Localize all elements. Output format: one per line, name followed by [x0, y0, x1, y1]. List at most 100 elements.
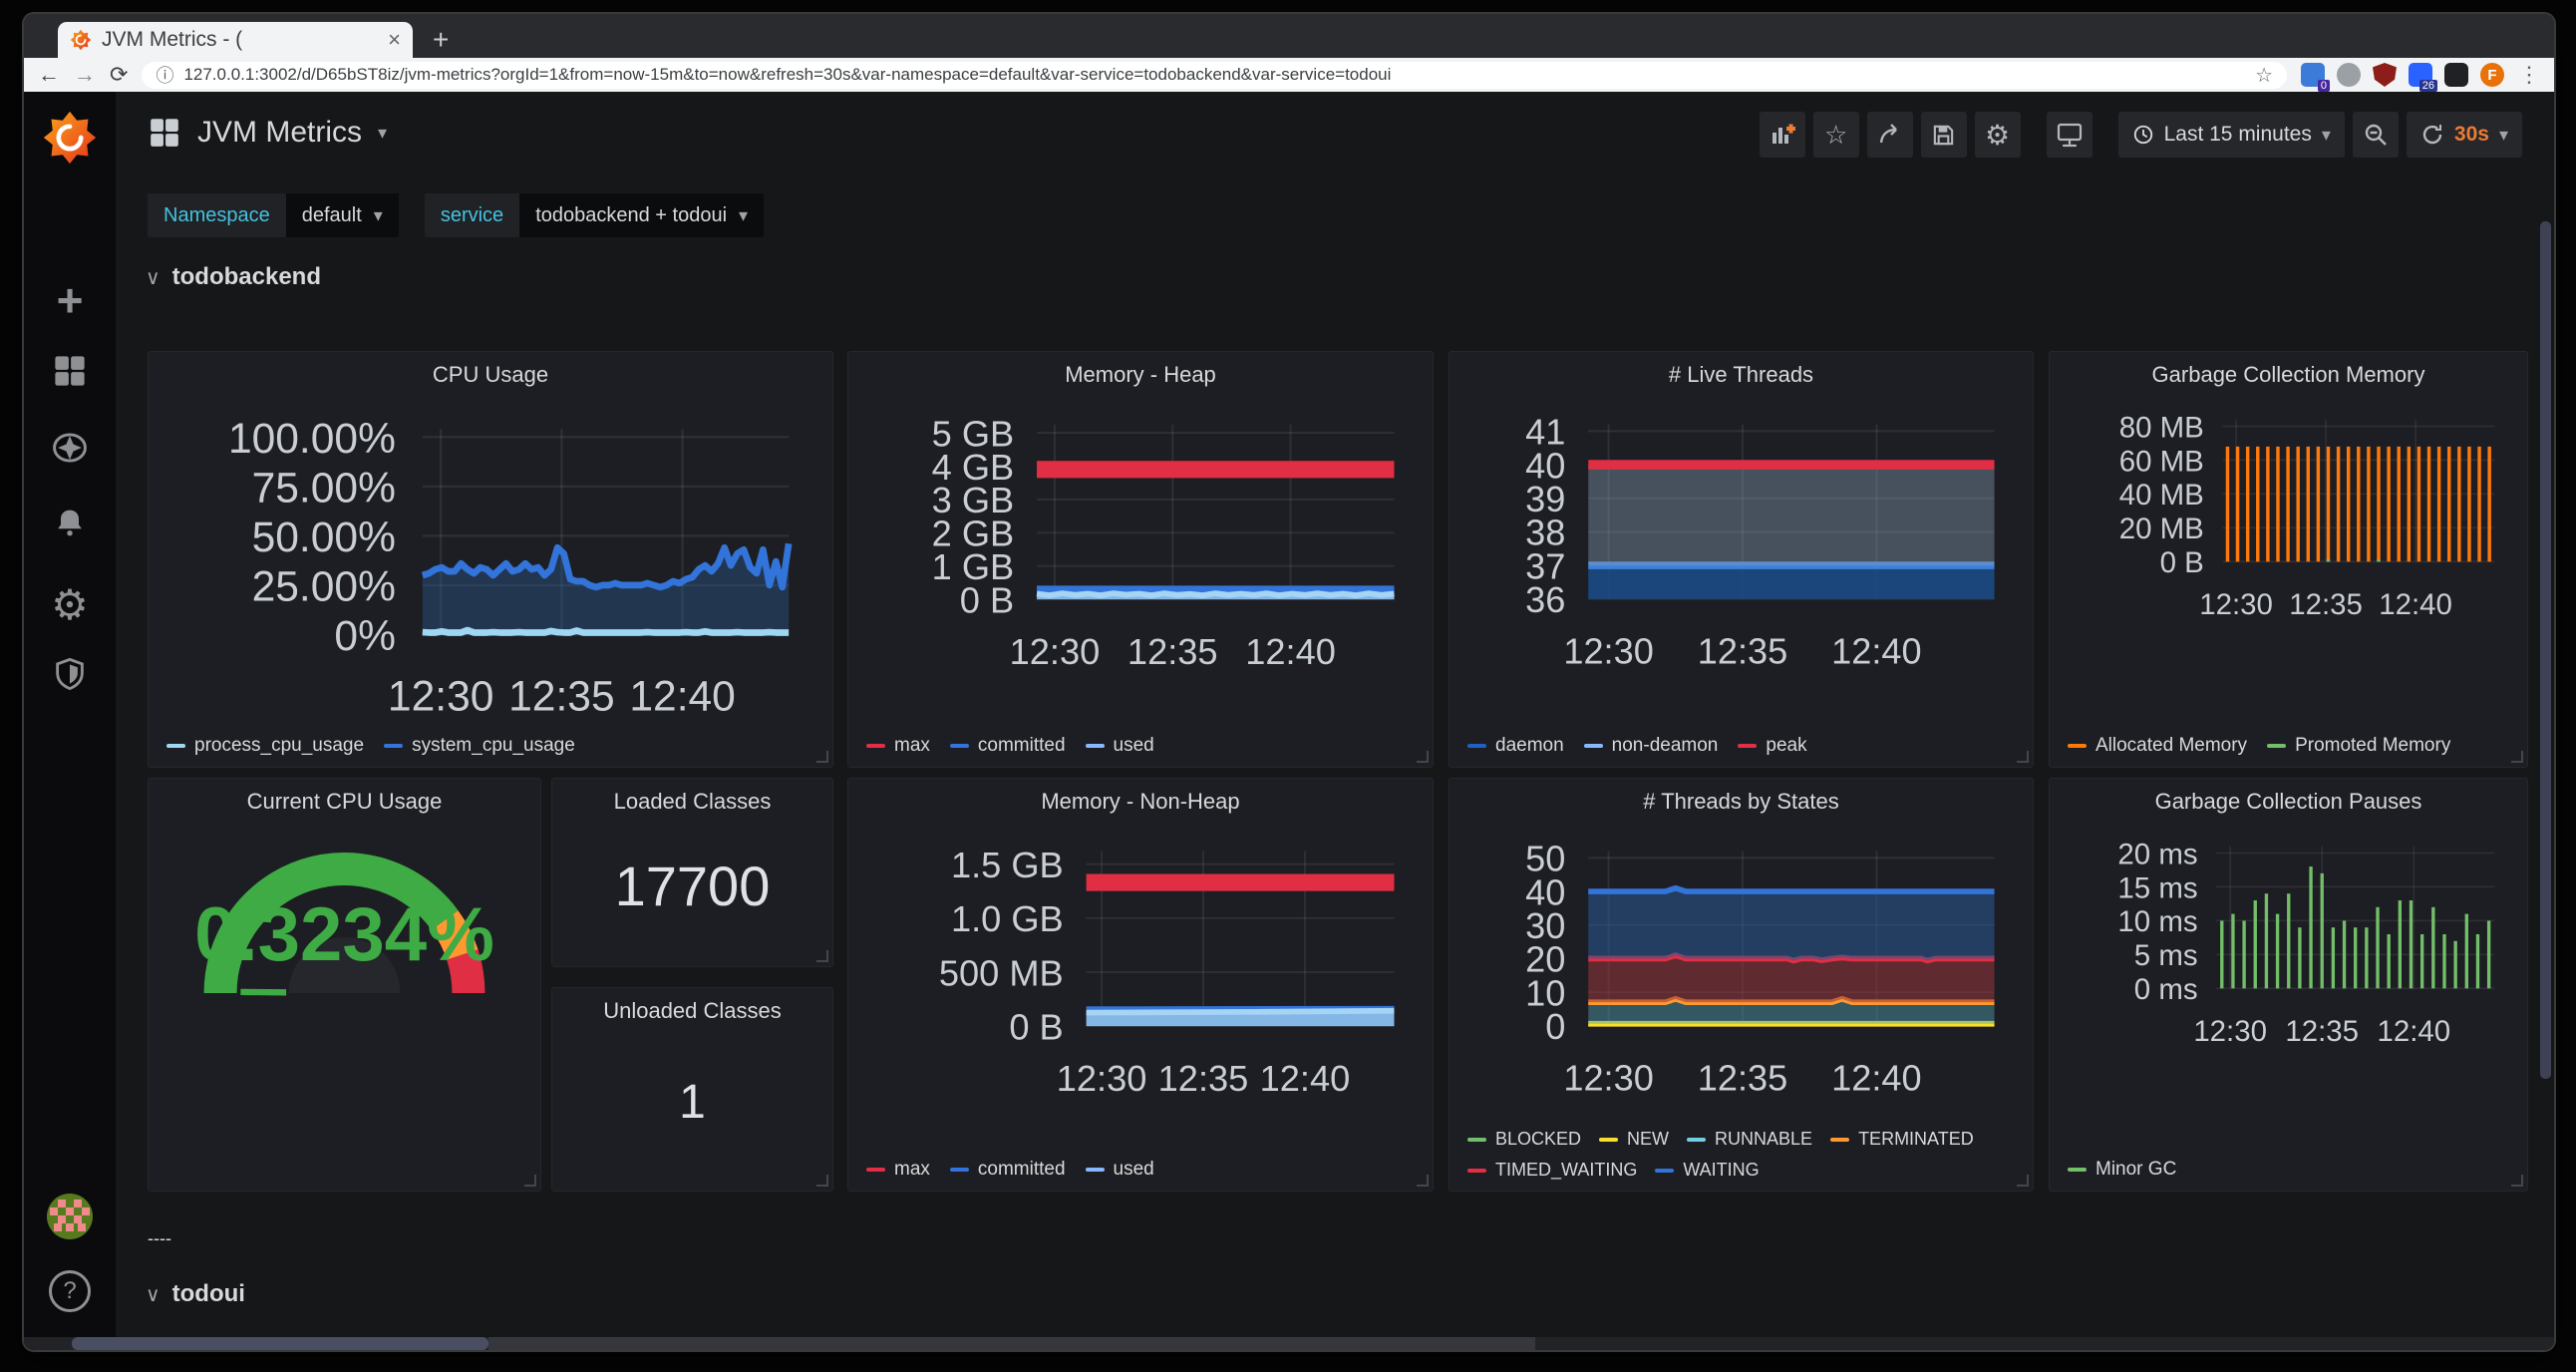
help-icon[interactable]: ?: [24, 1270, 116, 1312]
extension-icon[interactable]: F: [2480, 63, 2504, 87]
panel-title[interactable]: Current CPU Usage: [149, 779, 540, 825]
browser-tab[interactable]: JVM Metrics - ( ×: [58, 22, 413, 58]
variable-namespace[interactable]: Namespace default ▾: [148, 193, 399, 237]
legend-item[interactable]: used: [1086, 735, 1154, 757]
legend-item[interactable]: max: [866, 735, 930, 757]
configuration-gear-icon[interactable]: ⚙: [24, 580, 116, 629]
memory-nonheap-chart[interactable]: 0 B500 MB1.0 GB1.5 GB12:3012:3512:40: [854, 825, 1425, 1110]
resize-handle[interactable]: [816, 950, 828, 962]
alerting-bell-icon[interactable]: [24, 505, 116, 540]
zoom-out-button[interactable]: [2353, 112, 2399, 158]
create-plus-icon[interactable]: +: [24, 273, 116, 327]
legend-item[interactable]: committed: [950, 1159, 1066, 1181]
extension-shield-icon[interactable]: [2373, 63, 2397, 87]
new-tab-button[interactable]: +: [433, 26, 449, 54]
live-threads-chart[interactable]: 36373839404112:3012:3512:40: [1455, 398, 2025, 683]
dashboard-title-area[interactable]: JVM Metrics ▾: [148, 116, 387, 150]
tab-close-icon[interactable]: ×: [388, 27, 401, 53]
memory-heap-chart[interactable]: 0 B1 GB2 GB3 GB4 GB5 GB12:3012:3512:40: [854, 398, 1425, 683]
vertical-scrollbar[interactable]: [2540, 221, 2551, 1079]
address-field[interactable]: ⓘ 127.0.0.1:3002/d/D65bST8iz/jvm-metrics…: [142, 62, 2287, 89]
save-button[interactable]: [1921, 112, 1967, 158]
reload-icon[interactable]: ⟳: [110, 62, 128, 88]
cpu-usage-chart[interactable]: 0%25.00%50.00%75.00%100.00%12:3012:3512:…: [155, 398, 824, 733]
resize-handle[interactable]: [524, 1175, 536, 1187]
panel-memory-nonheap[interactable]: Memory - Non-Heap 0 B500 MB1.0 GB1.5 GB1…: [847, 778, 1434, 1192]
legend-item[interactable]: system_cpu_usage: [384, 735, 575, 757]
extension-icon[interactable]: [2337, 63, 2361, 87]
panel-live-threads[interactable]: # Live Threads 36373839404112:3012:3512:…: [1449, 351, 2034, 768]
legend-item[interactable]: peak: [1738, 735, 1806, 757]
legend-item[interactable]: TIMED_WAITING: [1467, 1160, 1637, 1181]
panel-title[interactable]: Memory - Non-Heap: [848, 779, 1433, 825]
panel-title[interactable]: Memory - Heap: [848, 352, 1433, 398]
panel-title[interactable]: CPU Usage: [149, 352, 832, 398]
share-button[interactable]: [1867, 112, 1913, 158]
legend-item[interactable]: BLOCKED: [1467, 1129, 1581, 1150]
panel-cpu-usage[interactable]: CPU Usage 0%25.00%50.00%75.00%100.00%12:…: [148, 351, 833, 768]
variable-value-dropdown[interactable]: todobackend + todoui ▾: [519, 193, 764, 237]
user-avatar[interactable]: [24, 1194, 116, 1239]
panel-title[interactable]: Garbage Collection Memory: [2050, 352, 2527, 398]
refresh-picker[interactable]: 30s ▾: [2407, 112, 2522, 158]
resize-handle[interactable]: [1417, 751, 1429, 763]
legend-item[interactable]: max: [866, 1159, 930, 1181]
dashboards-icon[interactable]: [24, 353, 116, 389]
star-dashboard-button[interactable]: ☆: [1813, 112, 1859, 158]
panel-current-cpu-gauge[interactable]: Current CPU Usage 0.3234%: [148, 778, 541, 1192]
server-admin-shield-icon[interactable]: [24, 656, 116, 692]
resize-handle[interactable]: [816, 1175, 828, 1187]
panel-title[interactable]: # Threads by States: [1449, 779, 2033, 825]
browser-menu-icon[interactable]: ⋮: [2518, 62, 2540, 88]
panel-title[interactable]: # Live Threads: [1449, 352, 2033, 398]
resize-handle[interactable]: [1417, 1175, 1429, 1187]
legend-item[interactable]: committed: [950, 735, 1066, 757]
legend-item[interactable]: WAITING: [1655, 1160, 1759, 1181]
legend-item[interactable]: daemon: [1467, 735, 1564, 757]
panel-unloaded-classes[interactable]: Unloaded Classes 1: [551, 987, 833, 1192]
add-panel-button[interactable]: [1760, 112, 1805, 158]
panel-gc-pauses[interactable]: Garbage Collection Pauses 0 ms5 ms10 ms1…: [2049, 778, 2528, 1192]
resize-handle[interactable]: [816, 751, 828, 763]
panel-threads-by-states[interactable]: # Threads by States 0102030405012:3012:3…: [1449, 778, 2034, 1192]
url-text[interactable]: 127.0.0.1:3002/d/D65bST8iz/jvm-metrics?o…: [183, 65, 2245, 85]
legend-item[interactable]: Allocated Memory: [2068, 735, 2247, 757]
row-header-todoui[interactable]: ∨ todoui: [146, 1280, 245, 1308]
explore-compass-icon[interactable]: [24, 429, 116, 467]
resize-handle[interactable]: [2017, 1175, 2029, 1187]
scrollbar-thumb[interactable]: [72, 1337, 488, 1350]
panel-title[interactable]: Loaded Classes: [552, 779, 832, 825]
extension-icon[interactable]: 26: [2409, 63, 2432, 87]
panel-title[interactable]: Unloaded Classes: [552, 988, 832, 1034]
legend-item[interactable]: Minor GC: [2068, 1159, 2176, 1181]
row-header-todobackend[interactable]: ∨ todobackend: [146, 263, 321, 291]
extension-icon[interactable]: [2444, 63, 2468, 87]
time-range-picker[interactable]: Last 15 minutes ▾: [2118, 112, 2345, 158]
cpu-gauge[interactable]: 0.3234%: [155, 839, 534, 1029]
site-info-icon[interactable]: ⓘ: [156, 62, 173, 88]
extension-icon[interactable]: 0: [2301, 63, 2325, 87]
variable-service[interactable]: service todobackend + todoui ▾: [425, 193, 764, 237]
threads-by-states-chart[interactable]: 0102030405012:3012:3512:40: [1455, 825, 2025, 1110]
panel-title[interactable]: Garbage Collection Pauses: [2050, 779, 2527, 825]
panel-gc-memory[interactable]: Garbage Collection Memory 0 B20 MB40 MB6…: [2049, 351, 2528, 768]
legend-item[interactable]: NEW: [1599, 1129, 1669, 1150]
legend-item[interactable]: process_cpu_usage: [166, 735, 364, 757]
horizontal-scrollbar[interactable]: [24, 1337, 2554, 1350]
gc-memory-chart[interactable]: 0 B20 MB40 MB60 MB80 MB12:3012:3512:40: [2056, 398, 2519, 630]
panel-loaded-classes[interactable]: Loaded Classes 17700: [551, 778, 833, 967]
gc-pauses-chart[interactable]: 0 ms5 ms10 ms15 ms20 ms12:3012:3512:40: [2056, 825, 2519, 1057]
legend-item[interactable]: non-deamon: [1584, 735, 1719, 757]
variable-value-dropdown[interactable]: default ▾: [286, 193, 399, 237]
resize-handle[interactable]: [2017, 751, 2029, 763]
cycle-view-button[interactable]: [2047, 112, 2093, 158]
forward-icon[interactable]: →: [74, 62, 96, 88]
grafana-logo-icon[interactable]: [24, 110, 116, 166]
legend-item[interactable]: used: [1086, 1159, 1154, 1181]
legend-item[interactable]: Promoted Memory: [2267, 735, 2450, 757]
legend-item[interactable]: TERMINATED: [1830, 1129, 1974, 1150]
bookmark-star-icon[interactable]: ☆: [2255, 63, 2273, 88]
resize-handle[interactable]: [2511, 1175, 2523, 1187]
resize-handle[interactable]: [2511, 751, 2523, 763]
dashboard-settings-button[interactable]: ⚙: [1975, 112, 2021, 158]
